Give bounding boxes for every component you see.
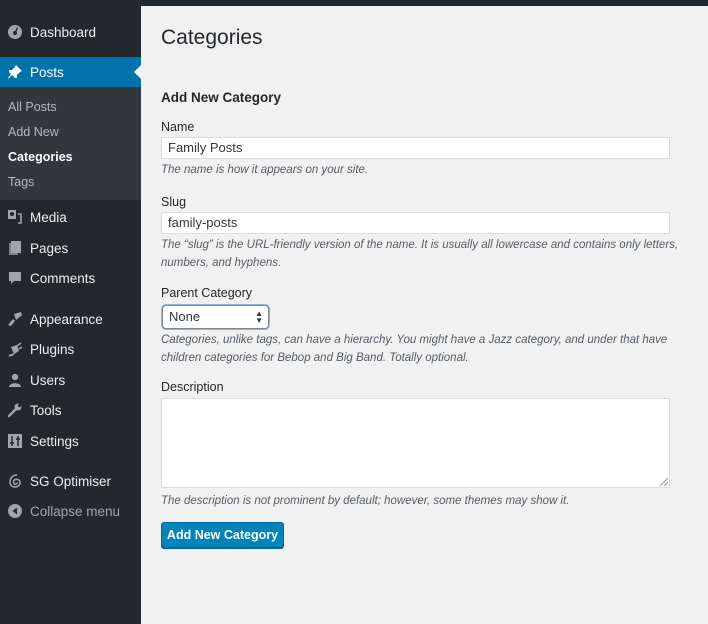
parent-category-select[interactable]: None ▲ ▼ xyxy=(162,305,269,329)
submenu-item-categories[interactable]: Categories xyxy=(8,150,73,164)
sidebar-item-label: Collapse menu xyxy=(30,503,121,519)
main-content: Categories Add New Category Name Family … xyxy=(141,6,708,624)
parent-category-label: Parent Category xyxy=(161,286,253,300)
section-title: Add New Category xyxy=(161,90,282,105)
sidebar-item-label: Appearance xyxy=(30,311,103,327)
sg-optimiser-icon xyxy=(0,473,30,489)
wrench-icon xyxy=(0,402,30,418)
sidebar-item-pages[interactable]: Pages xyxy=(0,233,141,263)
slug-input[interactable]: family-posts xyxy=(161,212,670,234)
media-icon xyxy=(0,209,30,225)
active-indicator xyxy=(134,65,141,79)
parent-category-selected-value: None xyxy=(169,309,201,324)
sidebar-item-label: Tools xyxy=(30,402,62,418)
posts-submenu: All Posts Add New Categories Tags xyxy=(0,87,141,200)
description-label: Description xyxy=(161,380,224,394)
description-textarea[interactable] xyxy=(161,398,670,488)
submenu-item-add-new[interactable]: Add New xyxy=(8,125,59,139)
collapse-icon xyxy=(0,503,30,519)
name-input[interactable]: Family Posts xyxy=(161,137,670,159)
description-help-text: The description is not prominent by defa… xyxy=(161,495,570,507)
sidebar-item-label: Settings xyxy=(30,433,79,449)
sidebar-item-label: Users xyxy=(30,372,66,388)
name-help-text: The name is how it appears on your site. xyxy=(161,164,369,176)
slug-label: Slug xyxy=(161,195,187,209)
dashboard-icon xyxy=(0,24,30,40)
admin-sidebar: Dashboard Posts All Posts Add New Catego… xyxy=(0,0,141,624)
add-new-category-button[interactable]: Add New Category xyxy=(161,522,284,548)
resize-handle-icon[interactable] xyxy=(660,478,668,486)
submenu-item-all-posts[interactable]: All Posts xyxy=(8,100,57,114)
sidebar-item-label: Comments xyxy=(30,270,96,286)
sidebar-item-label: Posts xyxy=(30,64,64,80)
settings-icon xyxy=(0,433,30,449)
plug-icon xyxy=(0,341,30,357)
submenu-item-tags[interactable]: Tags xyxy=(8,175,34,189)
sidebar-item-media[interactable]: Media xyxy=(0,202,141,232)
page-title: Categories xyxy=(161,26,263,49)
sidebar-item-comments[interactable]: Comments xyxy=(0,263,141,293)
name-label: Name xyxy=(161,120,195,134)
comment-icon xyxy=(0,270,30,286)
sidebar-item-tools[interactable]: Tools xyxy=(0,395,141,425)
paintbrush-icon xyxy=(0,311,30,327)
sidebar-item-sg-optimiser[interactable]: SG Optimiser xyxy=(0,466,141,496)
sidebar-item-dashboard[interactable]: Dashboard xyxy=(0,17,141,47)
user-icon xyxy=(0,372,30,388)
sidebar-item-posts[interactable]: Posts xyxy=(0,57,141,87)
sidebar-item-appearance[interactable]: Appearance xyxy=(0,304,141,334)
select-arrows-icon: ▲ ▼ xyxy=(255,309,263,325)
sidebar-item-label: Dashboard xyxy=(30,24,97,40)
sidebar-item-label: Media xyxy=(30,209,67,225)
sidebar-item-label: Plugins xyxy=(30,341,75,357)
parent-category-help-text: Categories, unlike tags, can have a hier… xyxy=(161,334,668,364)
pages-icon xyxy=(0,240,30,256)
pin-icon xyxy=(0,64,30,80)
collapse-menu-button[interactable]: Collapse menu xyxy=(0,496,141,526)
slug-help-text: The “slug” is the URL-friendly version o… xyxy=(161,239,679,269)
sidebar-item-settings[interactable]: Settings xyxy=(0,426,141,456)
sidebar-item-label: Pages xyxy=(30,240,69,256)
sidebar-item-plugins[interactable]: Plugins xyxy=(0,334,141,364)
sidebar-item-users[interactable]: Users xyxy=(0,365,141,395)
sidebar-item-label: SG Optimiser xyxy=(30,473,112,489)
